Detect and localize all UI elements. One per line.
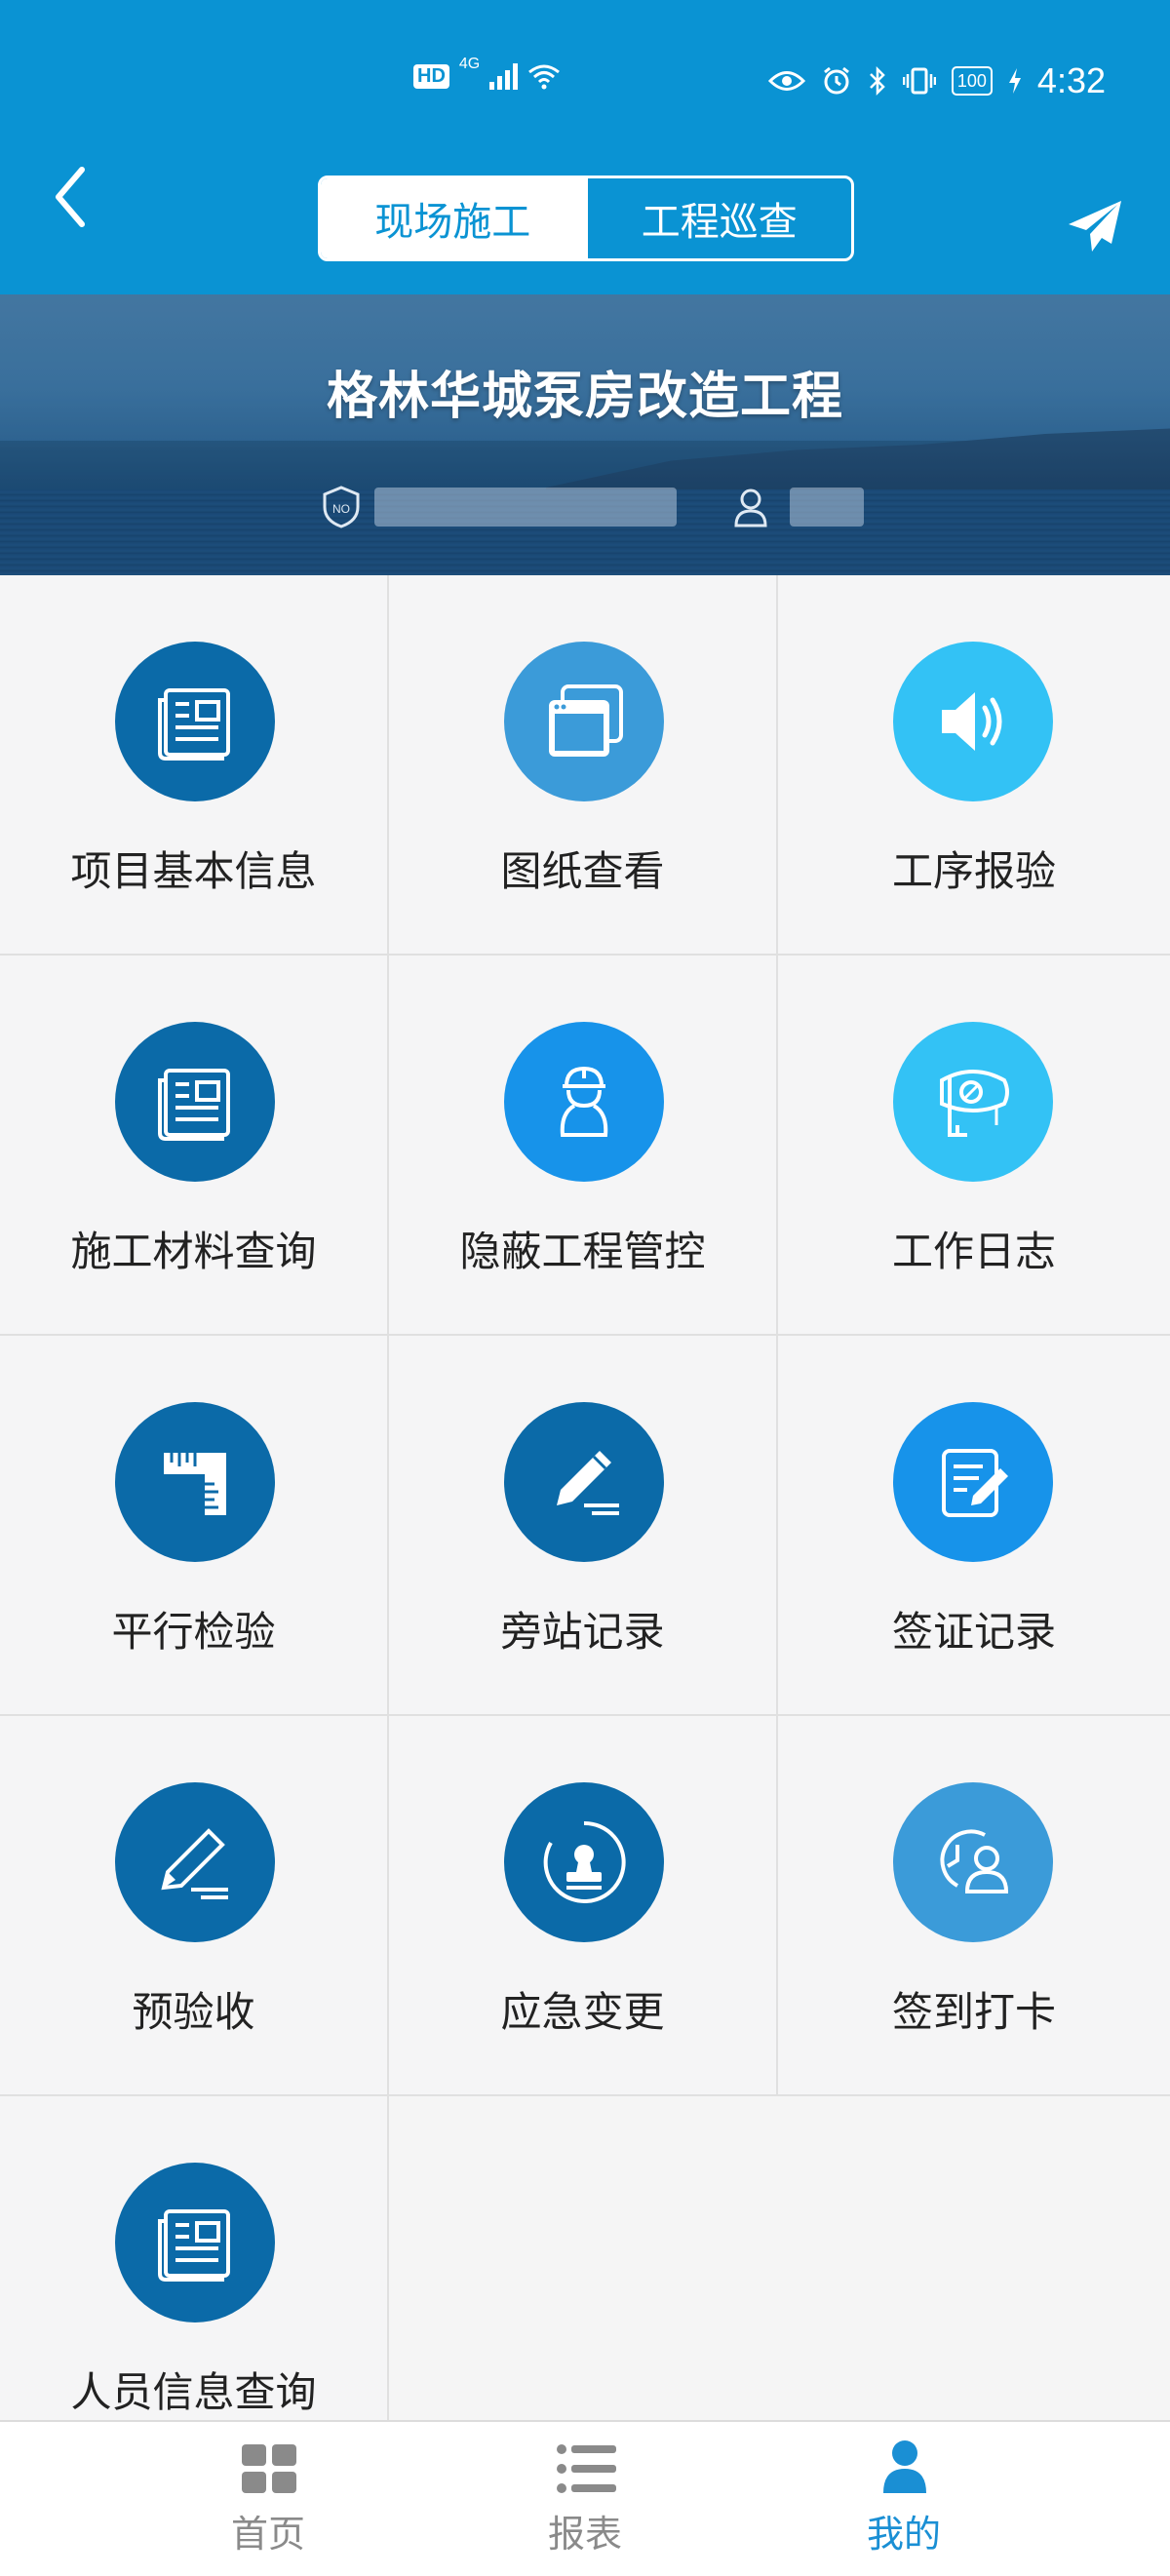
eye-icon — [767, 71, 805, 91]
paper-plane-icon — [1069, 201, 1121, 252]
tab-project-inspection[interactable]: 工程巡查 — [584, 178, 852, 258]
grid-item-label: 签证记录 — [891, 1608, 1056, 1656]
edit-document-icon — [893, 1402, 1053, 1562]
grid-item-label: 施工材料查询 — [70, 1228, 317, 1275]
top-header: HD 4G 100 4:32 现场施工 工程巡查 — [0, 0, 1170, 294]
shield-no-icon: NO — [323, 486, 360, 528]
grid-item-label: 图纸查看 — [500, 847, 665, 895]
user-clock-icon — [893, 1782, 1053, 1942]
status-right: 100 4:32 — [767, 60, 1106, 101]
battery-level: 100 — [956, 70, 987, 91]
grid-icon — [242, 2444, 296, 2493]
nav-tab-label: 首页 — [230, 2513, 305, 2556]
grid-item-work-log[interactable]: 工作日志 — [778, 956, 1170, 1336]
hd-badge: HD — [413, 63, 449, 89]
grid-item-label: 隐蔽工程管控 — [459, 1228, 706, 1275]
alarm-icon — [823, 66, 849, 95]
grid-item-label: 平行检验 — [111, 1608, 276, 1656]
crane-icon — [893, 1022, 1053, 1182]
status-bar: HD 4G 100 4:32 — [0, 56, 1170, 115]
grid-item-concealed-work[interactable]: 隐蔽工程管控 — [389, 956, 778, 1336]
grid-item-drawings[interactable]: 图纸查看 — [389, 575, 778, 956]
worker-hardhat-icon — [504, 1022, 664, 1182]
grid-item-material-query[interactable]: 施工材料查询 — [0, 956, 389, 1336]
project-number-redacted — [374, 488, 677, 527]
signal-icon — [489, 62, 519, 90]
grid-item-label: 工作日志 — [891, 1228, 1056, 1275]
stamp-icon — [504, 1782, 664, 1942]
grid-item-label: 预验收 — [132, 1988, 255, 2036]
nav-tab-home[interactable]: 首页 — [171, 2422, 366, 2576]
pencil-sign-icon — [504, 1402, 664, 1562]
status-left: HD 4G — [413, 56, 561, 90]
news-document-icon — [115, 2163, 275, 2322]
nav-tab-reports[interactable]: 报表 — [488, 2422, 682, 2576]
nav-tab-label: 报表 — [547, 2513, 622, 2556]
ruler-icon — [115, 1402, 275, 1562]
user-icon — [883, 2440, 926, 2493]
grid-item-label: 工序报验 — [891, 847, 1056, 895]
grid-item-project-info[interactable]: 项目基本信息 — [0, 575, 389, 956]
back-button[interactable] — [51, 166, 109, 234]
segmented-control: 现场施工 工程巡查 — [318, 176, 854, 261]
network-type: 4G — [458, 56, 481, 72]
news-document-icon — [115, 642, 275, 801]
window-stack-icon — [504, 642, 664, 801]
grid-item-emergency-change[interactable]: 应急变更 — [389, 1716, 778, 2096]
no-badge-text: NO — [332, 502, 350, 516]
chevron-left-icon — [56, 167, 85, 227]
send-button[interactable] — [1067, 199, 1123, 255]
grid-item-process-inspection[interactable]: 工序报验 — [778, 575, 1170, 956]
list-icon — [557, 2444, 616, 2493]
bluetooth-icon — [869, 65, 885, 97]
grid-item-label: 人员信息查询 — [70, 2368, 317, 2416]
function-grid: 项目基本信息 图纸查看 工序报验 施工材料查询 隐蔽工程管控 工作日志 平行检验… — [0, 575, 1170, 2424]
news-document-icon — [115, 1022, 275, 1182]
wifi-icon — [528, 64, 561, 90]
tab-onsite-construction[interactable]: 现场施工 — [321, 178, 585, 258]
grid-item-personnel-query[interactable]: 人员信息查询 — [0, 2096, 389, 2424]
pencil-sign-icon — [115, 1782, 275, 1942]
nav-tab-label: 我的 — [866, 2513, 941, 2556]
grid-item-parallel-inspection[interactable]: 平行检验 — [0, 1336, 389, 1716]
grid-item-label: 旁站记录 — [500, 1608, 665, 1656]
grid-item-check-in[interactable]: 签到打卡 — [778, 1716, 1170, 2096]
battery-icon: 100 — [951, 66, 993, 96]
grid-item-visa-record[interactable]: 签证记录 — [778, 1336, 1170, 1716]
project-banner: 格林华城泵房改造工程 NO — [0, 294, 1170, 575]
grid-item-label: 应急变更 — [500, 1988, 665, 2036]
speaker-icon — [893, 642, 1053, 801]
grid-item-label: 项目基本信息 — [70, 847, 317, 895]
project-owner-redacted — [790, 488, 864, 527]
grid-item-pre-acceptance[interactable]: 预验收 — [0, 1716, 389, 2096]
grid-item-sidestation-record[interactable]: 旁站记录 — [389, 1336, 778, 1716]
grid-item-label: 签到打卡 — [891, 1988, 1056, 2036]
clock: 4:32 — [1036, 60, 1106, 100]
bottom-nav: 首页 报表 我的 — [0, 2420, 1170, 2576]
user-outline-icon — [734, 488, 767, 527]
vibrate-icon — [902, 67, 936, 95]
nav-tab-mine[interactable]: 我的 — [806, 2422, 1001, 2576]
charging-icon — [1008, 68, 1021, 94]
project-title: 格林华城泵房改造工程 — [326, 368, 843, 426]
project-meta: NO — [322, 486, 864, 528]
